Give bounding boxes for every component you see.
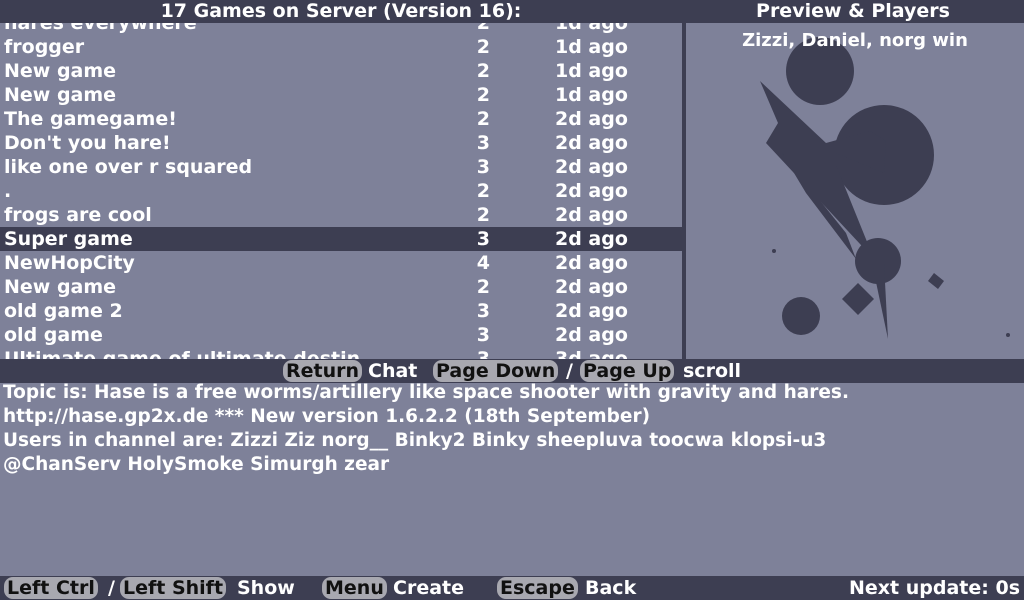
game-age: 2d ago [555,228,628,250]
game-name: The gamegame! [4,108,177,130]
level-preview-map [760,37,1010,339]
game-player-count: 2 [476,23,490,34]
game-name: frogs are cool [4,204,152,226]
scroll-label: scroll [683,360,742,382]
bottom-key-separator: / [108,577,115,599]
dot-left [772,249,776,253]
game-age: 1d ago [555,36,628,58]
chat-line-users: Users in channel are: Zizzi Ziz norg__ B… [3,430,827,451]
game-player-count: 3 [476,228,490,250]
game-row[interactable]: old game 3 2d ago [0,323,682,347]
key-separator: / [566,360,573,382]
back-label: Back [585,577,637,599]
game-player-count: 2 [476,180,490,202]
rock-small [928,273,944,289]
game-age: 1d ago [555,60,628,82]
game-name: frogger [4,36,85,58]
game-row[interactable]: frogger 2 1d ago [0,35,682,59]
rock-diamond [842,283,874,315]
game-row[interactable]: Don't you hare! 3 2d ago [0,131,682,155]
game-name: Don't you hare! [4,132,171,154]
chat-line-users-cont: @ChanServ HolySmoke Simurgh zear [3,454,390,475]
preview-title: Preview & Players [756,0,950,22]
game-player-count: 2 [476,36,490,58]
game-age: 2d ago [555,276,628,298]
left-shift-key[interactable]: Left Shift [120,577,227,599]
bottom-bar: Left Ctrl / Left Shift Show Menu Create … [0,576,1024,600]
game-player-count: 2 [476,84,490,106]
chat-area[interactable]: Topic is: Hase is a free worms/artillery… [0,382,1024,576]
game-age: 2d ago [555,156,628,178]
game-age: 2d ago [555,252,628,274]
games-list-title: 17 Games on Server (Version 16): [160,0,522,22]
game-player-count: 2 [476,204,490,226]
game-row[interactable]: frogs are cool 2 2d ago [0,203,682,227]
game-name: Ultimate game of ultimate destin [4,348,361,359]
game-age: 1d ago [555,84,628,106]
game-age: 3d ago [555,348,628,359]
preview-panel: Zizzi, Daniel, norg win [686,23,1024,359]
game-name: old game [4,324,103,346]
game-row[interactable]: New game 2 1d ago [0,83,682,107]
game-age: 2d ago [555,204,628,226]
game-row[interactable]: Ultimate game of ultimate destin 3 3d ago [0,347,682,359]
game-row[interactable]: hares everywhere 2 1d ago [0,23,682,35]
next-update-timer: Next update: 0s [849,577,1020,599]
game-name: . [4,180,12,202]
game-name: NewHopCity [4,252,135,274]
page-up-key[interactable]: Page Up [580,360,675,382]
game-name: hares everywhere [4,23,197,34]
game-row[interactable]: New game 2 2d ago [0,275,682,299]
game-row[interactable]: old game 2 3 2d ago [0,299,682,323]
game-age: 2d ago [555,132,628,154]
game-age: 1d ago [555,23,628,34]
create-label: Create [393,577,464,599]
menu-key[interactable]: Menu [322,577,387,599]
chat-line-topic: Topic is: Hase is a free worms/artillery… [3,382,849,403]
page-down-key[interactable]: Page Down [433,360,559,382]
game-row[interactable]: NewHopCity 4 2d ago [0,251,682,275]
game-row[interactable]: like one over r squared 3 2d ago [0,155,682,179]
game-row[interactable]: . 2 2d ago [0,179,682,203]
game-name: New game [4,84,117,106]
winner-text: Zizzi, Daniel, norg win [742,30,968,51]
game-list[interactable]: hares everywhere 2 1d ago frogger 2 1d ago New… [0,23,682,359]
planet-bottom-left [782,297,820,335]
game-player-count: 3 [476,324,490,346]
game-row[interactable]: New game 2 1d ago [0,59,682,83]
game-player-count: 3 [476,132,490,154]
game-player-count: 3 [476,300,490,322]
chat-line-url: http://hase.gp2x.de *** New version 1.6.… [3,406,651,427]
game-name: Super game [4,228,133,250]
game-age: 2d ago [555,324,628,346]
chat-hint-bar: Return Chat Page Down / Page Up scroll [0,359,1024,383]
left-ctrl-key[interactable]: Left Ctrl [4,577,98,599]
game-player-count: 4 [476,252,490,274]
escape-key[interactable]: Escape [497,577,578,599]
game-row[interactable]: Super game 3 2d ago [0,227,682,251]
chat-label: Chat [368,360,418,382]
return-key[interactable]: Return [283,360,363,382]
game-name: New game [4,276,117,298]
show-label: Show [237,577,295,599]
game-name: like one over r squared [4,156,253,178]
game-row[interactable]: The gamegame! 2 2d ago [0,107,682,131]
game-name: old game 2 [4,300,123,322]
game-age: 2d ago [555,180,628,202]
game-player-count: 2 [476,276,490,298]
game-player-count: 3 [476,348,490,359]
game-player-count: 3 [476,156,490,178]
game-name: New game [4,60,117,82]
game-player-count: 2 [476,60,490,82]
game-player-count: 2 [476,108,490,130]
dot-right [1006,333,1010,337]
game-list-rows: hares everywhere 2 1d ago frogger 2 1d ago New… [0,23,682,359]
game-age: 2d ago [555,108,628,130]
game-age: 2d ago [555,300,628,322]
